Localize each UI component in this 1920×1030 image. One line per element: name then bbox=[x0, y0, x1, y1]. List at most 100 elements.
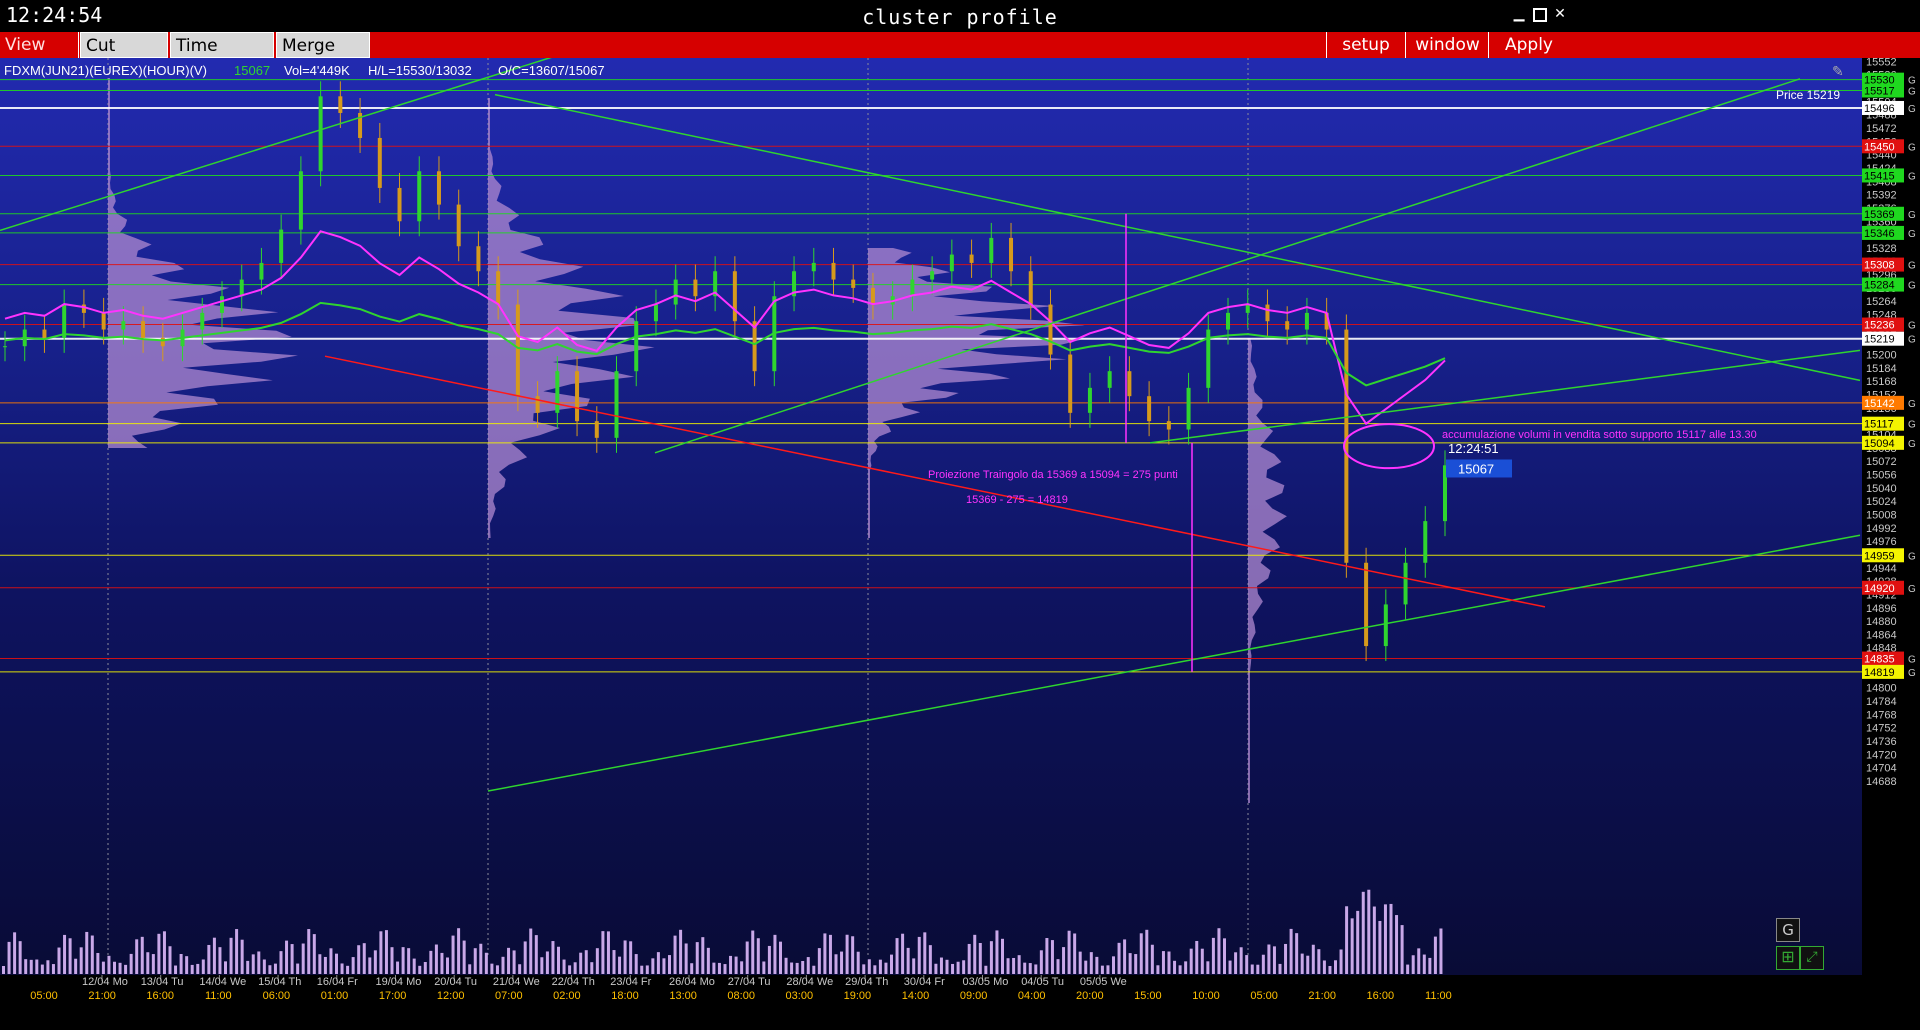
date-label: 23/04 Fr bbox=[610, 976, 651, 988]
level-tag-value: 15117 bbox=[1864, 419, 1894, 431]
volume-bar bbox=[1089, 952, 1093, 974]
candle-body bbox=[219, 296, 224, 313]
volume-bar bbox=[1156, 965, 1160, 974]
volume-bar bbox=[1145, 929, 1149, 974]
candle-body bbox=[160, 337, 165, 347]
volume-bar bbox=[601, 931, 605, 974]
volume-bar bbox=[1084, 960, 1088, 974]
level-tag-marker: G bbox=[1908, 335, 1916, 346]
volume-bar bbox=[135, 939, 139, 974]
volume-bar bbox=[1139, 933, 1143, 974]
time-label: 02:00 bbox=[553, 990, 581, 1002]
minimize-icon[interactable]: ▁ bbox=[1512, 7, 1526, 21]
volume-bar bbox=[101, 961, 105, 974]
volume-bar bbox=[507, 947, 511, 974]
volume-bar bbox=[457, 928, 461, 974]
g-button[interactable]: G bbox=[1776, 918, 1800, 942]
expand-icon[interactable]: ⤢ bbox=[1800, 946, 1824, 970]
volume-bar bbox=[873, 965, 877, 974]
volume-bar bbox=[1045, 938, 1049, 974]
time-label: 15:00 bbox=[1134, 990, 1162, 1002]
candle-body bbox=[121, 321, 126, 330]
volume-bar bbox=[618, 956, 622, 974]
volume-bar bbox=[468, 964, 472, 974]
view-dom-button[interactable]: View DOM bbox=[0, 32, 79, 81]
level-tag-marker: G bbox=[1908, 420, 1916, 431]
volume-bar bbox=[329, 948, 333, 974]
date-label: 03/05 Mo bbox=[963, 976, 1009, 988]
cut-breaks-button[interactable]: Cut Breaks bbox=[80, 32, 168, 82]
price-tick-label: 15392 bbox=[1866, 190, 1897, 202]
apply-button[interactable]: Apply bbox=[1490, 32, 1568, 58]
volume-bar bbox=[224, 961, 227, 974]
candle-body bbox=[693, 279, 698, 297]
candle-body bbox=[1068, 354, 1073, 413]
volume-bar bbox=[973, 934, 977, 974]
candle-body bbox=[949, 254, 954, 272]
date-label: 16/04 Fr bbox=[317, 976, 358, 988]
price-tag-label: Price 15219 bbox=[1776, 88, 1841, 102]
cluster-profile-window: { "clock": "12:24:54", "window_title": "… bbox=[0, 0, 1920, 1030]
price-chart[interactable]: accumulazione volumi in vendita sotto su… bbox=[0, 58, 1920, 1030]
volume-bar bbox=[151, 954, 155, 974]
time-label: 11:00 bbox=[205, 990, 232, 1002]
volume-bar bbox=[1117, 942, 1121, 974]
time-label: 12:00 bbox=[437, 990, 465, 1002]
volume-bar bbox=[640, 965, 644, 974]
candle-body bbox=[555, 371, 560, 413]
candle-body bbox=[535, 396, 540, 413]
candle-body bbox=[62, 304, 67, 338]
volume-bar bbox=[1250, 964, 1254, 974]
crosshair-icon[interactable]: ⊞ bbox=[1776, 946, 1800, 970]
volume-bar bbox=[706, 947, 710, 974]
volume-bar bbox=[1411, 955, 1415, 974]
volume-bar bbox=[1217, 928, 1221, 974]
volume-bar bbox=[545, 951, 549, 974]
close-icon[interactable]: ✕ bbox=[1553, 7, 1567, 21]
chart-canvas: accumulazione volumi in vendita sotto su… bbox=[0, 58, 1920, 1030]
volume-bar bbox=[573, 962, 577, 974]
volume-bar bbox=[140, 936, 144, 974]
candle-body bbox=[575, 371, 580, 422]
volume-bar bbox=[157, 933, 161, 974]
price-tick-label: 15264 bbox=[1866, 296, 1897, 308]
volume-bar bbox=[1278, 963, 1282, 974]
volume-bar bbox=[390, 947, 394, 974]
volume-bar bbox=[490, 963, 494, 974]
volume-bar bbox=[312, 934, 316, 974]
volume-bar bbox=[418, 965, 422, 974]
volume-bar bbox=[1167, 951, 1171, 974]
price-tick-label: 14784 bbox=[1866, 696, 1897, 708]
setup-button[interactable]: setup bbox=[1326, 32, 1406, 58]
window-button[interactable]: window bbox=[1407, 32, 1489, 58]
level-tag-value: 15236 bbox=[1864, 320, 1895, 332]
volume-bar bbox=[1400, 925, 1404, 974]
pencil-icon[interactable]: ✎ bbox=[1832, 64, 1850, 80]
current-price-label: 15067 bbox=[1458, 461, 1494, 476]
volume-bar bbox=[462, 940, 466, 974]
level-tag-marker: G bbox=[1908, 281, 1916, 292]
volume-bar bbox=[645, 965, 649, 974]
merge-contr-button[interactable]: Merge Contr bbox=[276, 32, 370, 82]
volume-bar bbox=[568, 965, 572, 974]
volume-bar bbox=[307, 929, 311, 974]
volume-bar bbox=[362, 943, 366, 974]
volume-bar bbox=[734, 956, 738, 974]
date-label: 05/05 We bbox=[1080, 976, 1127, 988]
candle-body bbox=[1304, 312, 1309, 330]
price-tick-label: 15184 bbox=[1866, 363, 1897, 375]
time-interval-button[interactable]: Time Interval bbox=[170, 32, 274, 82]
volume-bar bbox=[129, 953, 133, 974]
level-tag-value: 15284 bbox=[1864, 280, 1895, 292]
price-tick-label: 15168 bbox=[1866, 376, 1897, 388]
time-label: 18:00 bbox=[611, 990, 639, 1002]
time-label: 21:00 bbox=[1308, 990, 1336, 1002]
date-label: 21/04 We bbox=[493, 976, 540, 988]
level-tag-marker: G bbox=[1908, 321, 1916, 332]
level-tag-marker: G bbox=[1908, 584, 1916, 595]
volume-bar bbox=[1383, 904, 1387, 974]
volume-bar bbox=[845, 934, 849, 974]
volume-bar bbox=[1178, 965, 1182, 974]
level-tag-marker: G bbox=[1908, 655, 1916, 666]
restore-icon[interactable] bbox=[1533, 8, 1547, 22]
